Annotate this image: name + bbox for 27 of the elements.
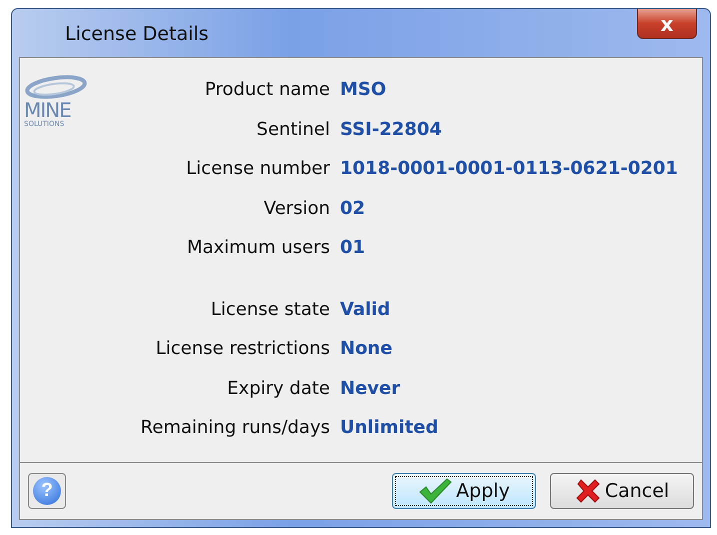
logo-text: MINE — [24, 100, 71, 120]
field-label: Sentinel — [256, 118, 331, 140]
field-value: Never — [340, 378, 400, 399]
field-value: SSI-22804 — [340, 118, 442, 140]
field-label: Product name — [204, 79, 331, 100]
checkmark-icon — [418, 478, 452, 504]
close-button[interactable]: x — [637, 9, 697, 39]
field-label: Expiry date — [226, 378, 331, 399]
window-title: License Details — [65, 23, 209, 45]
field-label: Maximum users — [186, 237, 331, 258]
field-label: Remaining runs/days — [140, 417, 331, 438]
field-label: License number — [185, 158, 331, 180]
help-icon: ? — [33, 477, 61, 505]
cross-icon — [574, 478, 601, 504]
field-value: 1018-0001-0001-0113-0621-0201 — [340, 158, 678, 180]
apply-button[interactable]: Apply — [392, 473, 536, 509]
field-value: None — [340, 338, 392, 360]
ring-logo-icon — [24, 74, 88, 102]
field-value: 01 — [340, 237, 366, 258]
field-value: MSO — [340, 79, 386, 100]
field-value: Unlimited — [340, 417, 438, 438]
cancel-button[interactable]: Cancel — [550, 473, 694, 509]
field-label: Version — [262, 198, 331, 219]
field-label: License restrictions — [154, 338, 331, 360]
field-value: 02 — [340, 198, 366, 219]
field-label: License state — [210, 298, 331, 320]
field-value: Valid — [340, 298, 390, 320]
